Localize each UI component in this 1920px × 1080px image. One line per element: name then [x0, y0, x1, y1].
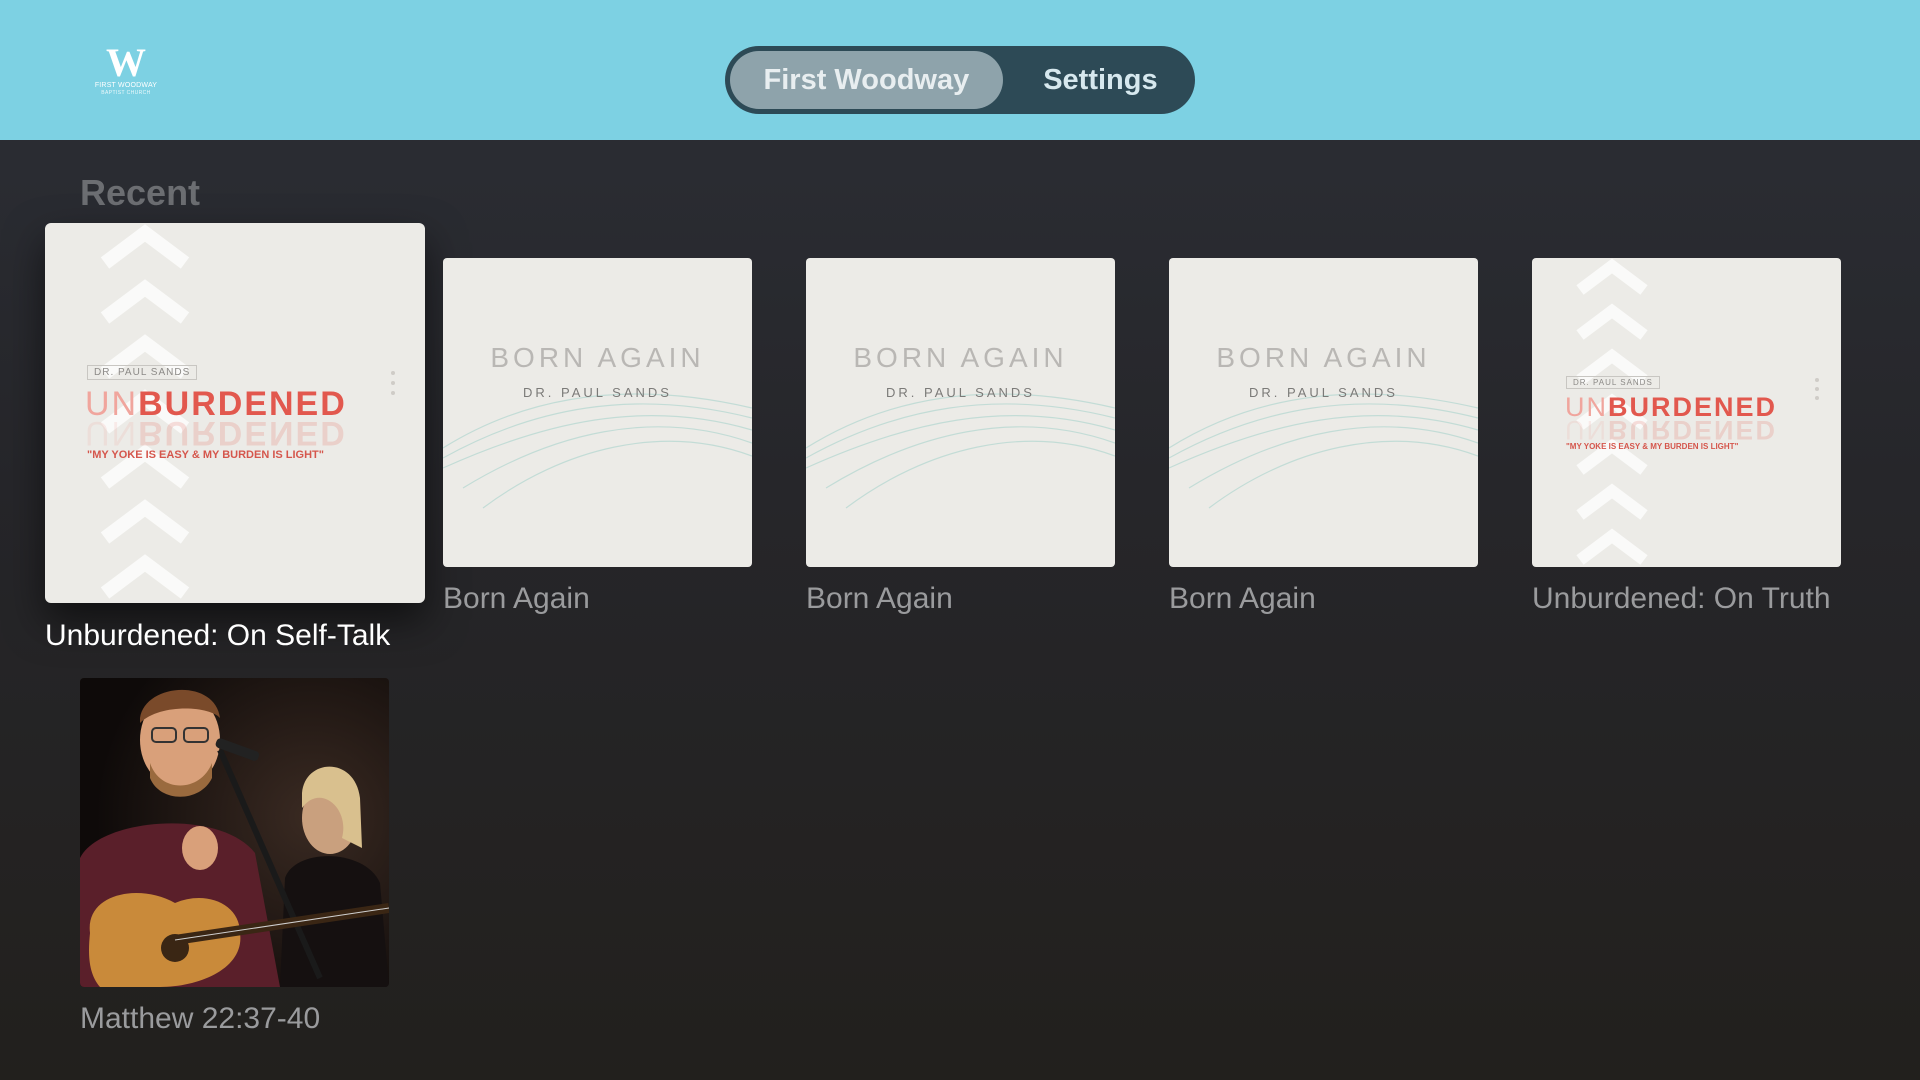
artwork-unburdened: DR. PAUL SANDS UNBURDENED UNBURDENED "MY… [45, 223, 425, 603]
logo-mark: W [106, 40, 146, 85]
artwork-unburdened: DR. PAUL SANDS UNBURDENED UNBURDENED "MY… [1532, 258, 1841, 567]
worship-leader-image [80, 678, 389, 987]
artwork-born-again: BORN AGAIN DR. PAUL SANDS [1169, 258, 1478, 567]
artwork-title-reflection: UNBURDENED [85, 414, 347, 452]
artwork-quote: "MY YOKE IS EASY & MY BURDEN IS LIGHT" [1566, 442, 1739, 451]
media-card-unburdened-self-talk[interactable]: DR. PAUL SANDS UNBURDENED UNBURDENED "MY… [45, 223, 425, 663]
wave-pattern [806, 393, 1115, 509]
tab-bar: First Woodway Settings [725, 46, 1195, 114]
media-card-born-again-1[interactable]: BORN AGAIN DR. PAUL SANDS Born Again [443, 258, 752, 618]
wave-pattern [443, 393, 752, 509]
artwork-title: BORN AGAIN [1216, 342, 1431, 373]
card-title: Unburdened: On Self-Talk [45, 619, 391, 652]
artwork-speaker: DR. PAUL SANDS [1566, 376, 1660, 389]
church-logo: W FIRST WOODWAY BAPTIST CHURCH [86, 40, 166, 97]
artwork-title-reflection: UNBURDENED [1565, 415, 1778, 445]
wave-pattern [1169, 393, 1478, 509]
artwork-speaker: DR. PAUL SANDS [87, 365, 198, 380]
media-card-matthew[interactable]: Matthew 22:37-40 [80, 678, 389, 1038]
media-card-born-again-3[interactable]: BORN AGAIN DR. PAUL SANDS Born Again [1169, 258, 1478, 618]
section-title-recent: Recent [80, 172, 201, 213]
artwork-title: BORN AGAIN [853, 342, 1068, 373]
artwork-title: BORN AGAIN [490, 342, 705, 373]
artwork-speaker: DR. PAUL SANDS [886, 385, 1035, 400]
card-title: Unburdened: On Truth [1532, 582, 1831, 615]
tab-settings[interactable]: Settings [1011, 51, 1190, 109]
artwork-speaker: DR. PAUL SANDS [523, 385, 672, 400]
media-card-born-again-2[interactable]: BORN AGAIN DR. PAUL SANDS Born Again [806, 258, 1115, 618]
artwork-worship-photo [80, 678, 389, 987]
card-title: Matthew 22:37-40 [80, 1002, 321, 1035]
card-title: Born Again [806, 582, 953, 615]
artwork-quote: "MY YOKE IS EASY & MY BURDEN IS LIGHT" [87, 449, 324, 461]
artwork-born-again: BORN AGAIN DR. PAUL SANDS [443, 258, 752, 567]
top-bar: W FIRST WOODWAY BAPTIST CHURCH First Woo… [0, 0, 1920, 140]
artwork-speaker: DR. PAUL SANDS [1249, 385, 1398, 400]
logo-line-1: FIRST WOODWAY [94, 82, 158, 89]
tab-first-woodway[interactable]: First Woodway [730, 51, 1003, 109]
card-title: Born Again [443, 582, 590, 615]
media-card-unburdened-truth[interactable]: DR. PAUL SANDS UNBURDENED UNBURDENED "MY… [1532, 258, 1841, 618]
card-title: Born Again [1169, 582, 1316, 615]
artwork-born-again: BORN AGAIN DR. PAUL SANDS [806, 258, 1115, 567]
logo-line-2: BAPTIST CHURCH [101, 90, 151, 96]
